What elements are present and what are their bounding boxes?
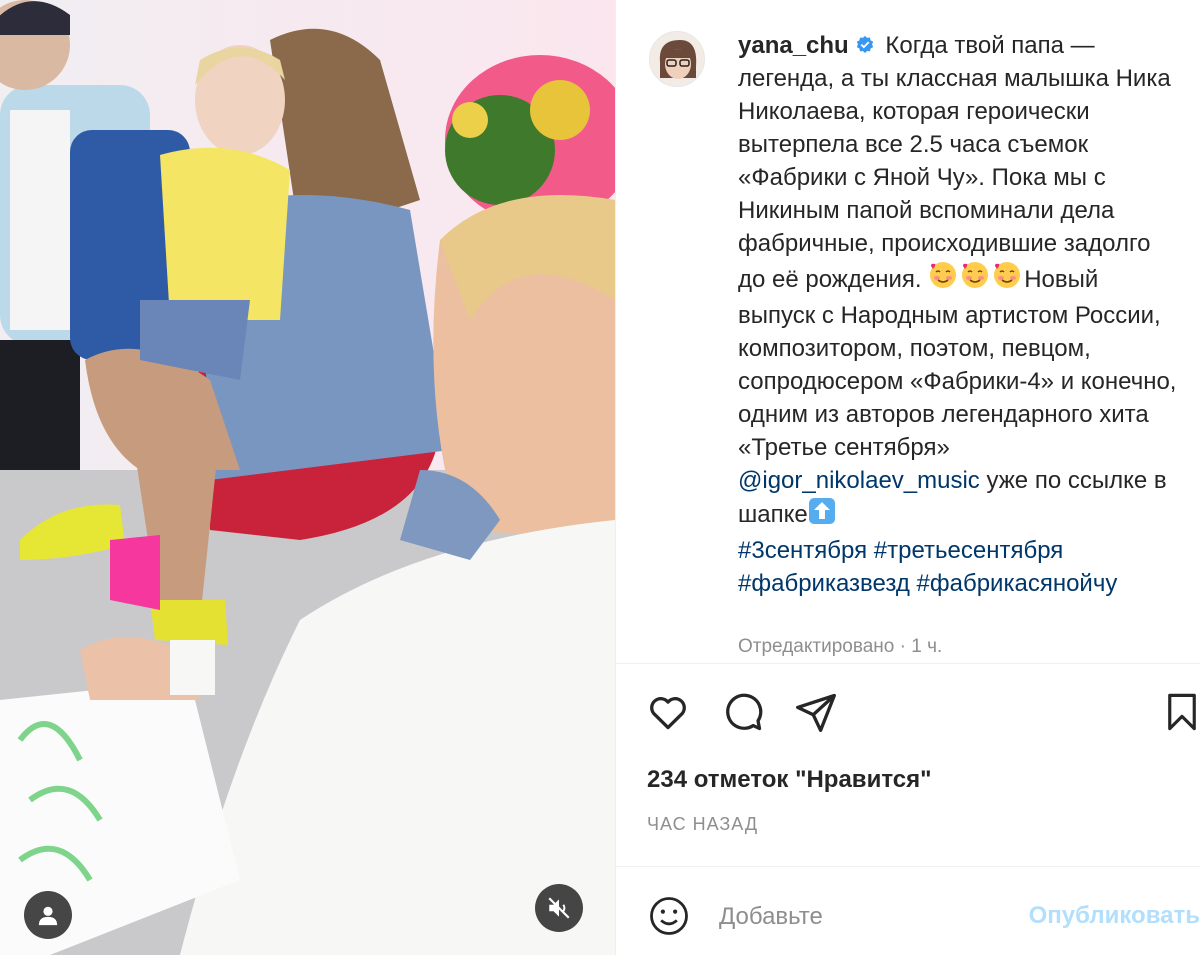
- emoji-button[interactable]: [646, 893, 692, 939]
- smiling-face-with-hearts-icon: [960, 260, 990, 299]
- avatar-image: [650, 32, 704, 86]
- user-tag-icon: [38, 906, 58, 926]
- comment-button[interactable]: [719, 688, 767, 736]
- video-frame: [0, 0, 615, 955]
- post-details-panel: yana_chu Когда твой папа — легенда, а ты…: [615, 0, 1200, 955]
- paper-plane-icon: [796, 693, 836, 732]
- smiling-face-with-hearts-icon: [992, 260, 1022, 299]
- mention-link[interactable]: @igor_nikolaev_music: [738, 467, 980, 494]
- comment-input[interactable]: [719, 898, 999, 936]
- avatar[interactable]: [649, 31, 705, 87]
- heart-icon: [650, 697, 686, 730]
- verified-badge-icon: [856, 35, 873, 53]
- post-media[interactable]: [0, 0, 615, 955]
- hashtag-link[interactable]: #фабрикасянойчу: [917, 570, 1118, 597]
- save-button[interactable]: [1158, 688, 1200, 736]
- edited-timestamp: Отредактировано · 1 ч.: [738, 636, 943, 657]
- smiley-icon: [650, 897, 688, 935]
- divider: [616, 663, 1200, 664]
- hashtag-link[interactable]: #3сентября: [738, 537, 867, 564]
- speech-bubble-icon: [726, 693, 763, 731]
- hashtag-link[interactable]: #фабриказвезд: [738, 570, 910, 597]
- caption-area: yana_chu Когда твой папа — легенда, а ты…: [616, 0, 1200, 660]
- likes-count[interactable]: 234 отметок "Нравится": [647, 766, 931, 794]
- caption-text-1: Когда твой папа — легенда, а ты классная…: [738, 32, 1171, 293]
- tagged-users-button[interactable]: [24, 891, 72, 939]
- up-arrow-icon: [808, 497, 836, 534]
- post-caption: yana_chu Когда твой папа — легенда, а ты…: [738, 29, 1178, 600]
- hashtag-link[interactable]: #третьесентября: [874, 537, 1064, 564]
- username-link[interactable]: yana_chu: [738, 32, 849, 59]
- smiling-face-with-hearts-icon: [928, 260, 958, 299]
- post-time[interactable]: ЧАС НАЗАД: [647, 814, 758, 835]
- bookmark-icon: [1168, 693, 1196, 731]
- share-button[interactable]: [792, 688, 840, 736]
- like-button[interactable]: [644, 688, 692, 736]
- mute-button[interactable]: [535, 884, 583, 932]
- speaker-muted-icon: [548, 897, 570, 919]
- divider: [616, 866, 1200, 867]
- publish-button[interactable]: Опубликовать: [1012, 902, 1200, 930]
